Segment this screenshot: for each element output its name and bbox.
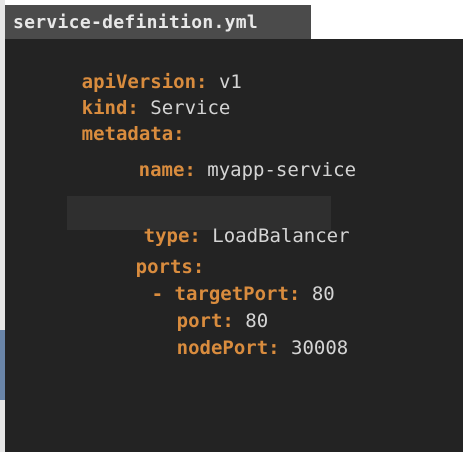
yaml-value: myapp-service	[207, 159, 357, 181]
file-tab-label: service-definition.yml	[13, 11, 259, 33]
tab-bar-empty	[311, 5, 467, 39]
type-line-overlay: type: LoadBalancer	[67, 196, 350, 247]
yaml-value: 80	[311, 283, 335, 305]
yaml-key: type:	[143, 225, 201, 247]
screenshot-frame: service-definition.yml apiVersion: v1 ki…	[0, 0, 467, 452]
yaml-value: LoadBalancer	[212, 225, 350, 247]
code-line-type: type: LoadBalancer	[75, 200, 350, 272]
yaml-value: 30008	[291, 337, 349, 359]
code-line-nodeport: nodePort: 30008	[108, 312, 349, 384]
file-tab[interactable]: service-definition.yml	[5, 5, 311, 39]
yaml-key: name:	[138, 159, 196, 181]
yaml-key: nodePort:	[176, 337, 280, 359]
